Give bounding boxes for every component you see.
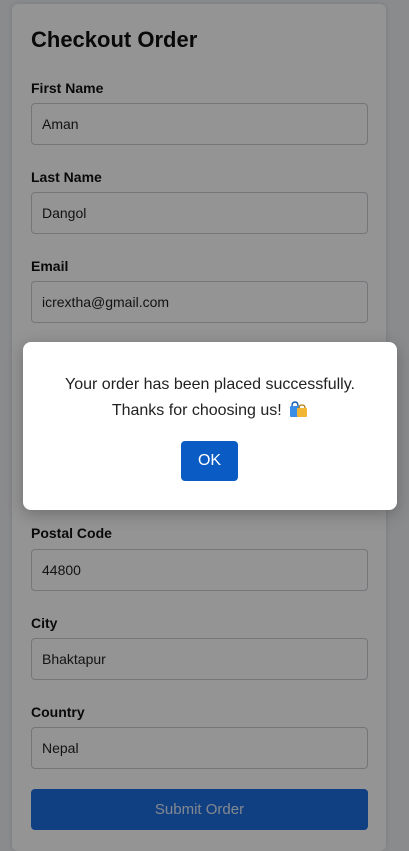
success-message-line2: Thanks for choosing us! — [23, 398, 397, 424]
success-message: Your order has been placed successfully.… — [23, 372, 397, 424]
shopping-bags-icon — [290, 401, 308, 417]
thanks-text: Thanks for choosing us! — [111, 402, 282, 419]
ok-button[interactable]: OK — [181, 441, 238, 481]
success-dialog: Your order has been placed successfully.… — [23, 342, 397, 510]
success-message-line1: Your order has been placed successfully. — [65, 376, 355, 393]
